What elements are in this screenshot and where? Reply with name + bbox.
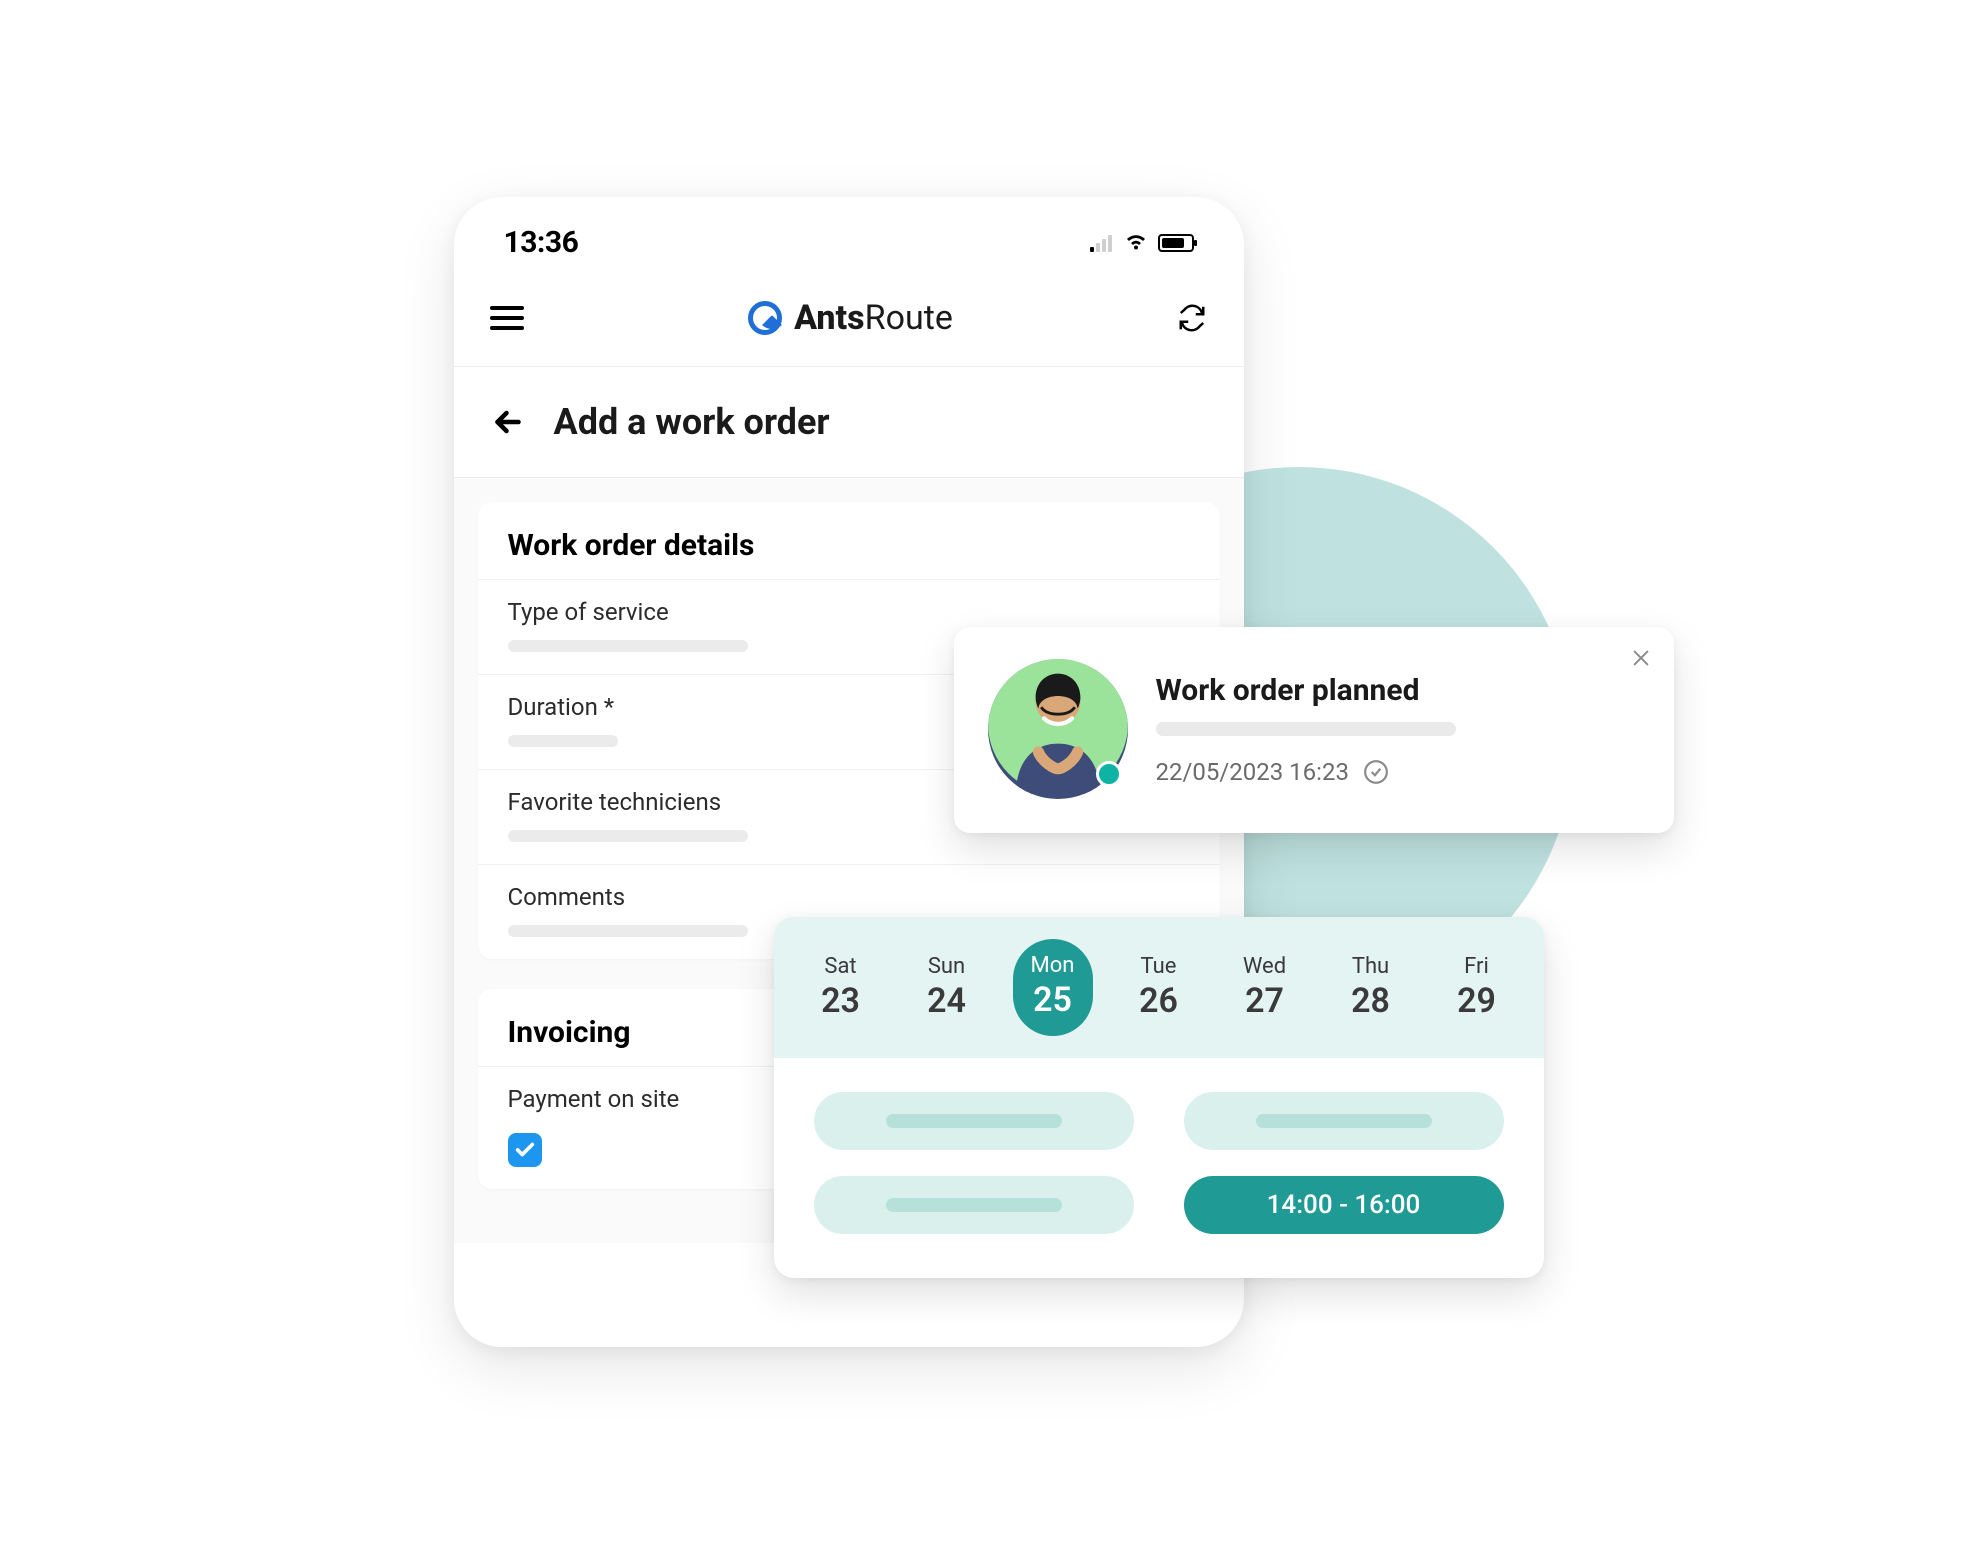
placeholder-bar	[508, 640, 748, 652]
signal-icon	[1090, 234, 1114, 252]
presence-indicator	[1096, 761, 1122, 787]
time-slot-selected[interactable]: 14:00 - 16:00	[1184, 1176, 1504, 1234]
placeholder-bar	[508, 735, 618, 747]
page-title: Add a work order	[554, 401, 830, 443]
app-bar: AntsRoute	[454, 278, 1244, 367]
time-slot[interactable]	[814, 1176, 1134, 1234]
payment-checkbox[interactable]	[508, 1133, 542, 1167]
day-thu[interactable]: Thu 28	[1331, 944, 1411, 1031]
scheduler-card: Sat 23 Sun 24 Mon 25 Tue 26 Wed 27 Thu 2…	[774, 917, 1544, 1278]
card-title-details: Work order details	[478, 502, 1220, 579]
field-label: Type of service	[508, 598, 1190, 626]
notification-timestamp: 22/05/2023 16:23	[1156, 758, 1349, 786]
wifi-icon	[1124, 232, 1148, 254]
clock: 13:36	[504, 225, 579, 260]
notification-title: Work order planned	[1156, 673, 1640, 708]
close-icon[interactable]	[1630, 647, 1652, 669]
notification-card: Work order planned 22/05/2023 16:23	[954, 627, 1674, 833]
back-icon[interactable]	[490, 404, 526, 440]
battery-icon	[1158, 234, 1194, 252]
menu-icon[interactable]	[490, 306, 524, 330]
time-slot[interactable]	[1184, 1092, 1504, 1150]
day-mon[interactable]: Mon 25	[1013, 939, 1093, 1036]
placeholder-bar	[508, 925, 748, 937]
day-sat[interactable]: Sat 23	[801, 944, 881, 1031]
page-header: Add a work order	[454, 367, 1244, 478]
brand-logo: AntsRoute	[748, 298, 953, 338]
day-sun[interactable]: Sun 24	[907, 944, 987, 1031]
refresh-icon[interactable]	[1177, 303, 1207, 333]
field-label: Comments	[508, 883, 1190, 911]
status-bar: 13:36	[454, 197, 1244, 278]
day-strip: Sat 23 Sun 24 Mon 25 Tue 26 Wed 27 Thu 2…	[774, 917, 1544, 1058]
time-slot[interactable]	[814, 1092, 1134, 1150]
day-wed[interactable]: Wed 27	[1225, 944, 1305, 1031]
check-circle-icon	[1363, 759, 1389, 785]
technician-avatar	[988, 659, 1128, 799]
placeholder-bar	[1156, 722, 1456, 736]
day-fri[interactable]: Fri 29	[1437, 944, 1517, 1031]
placeholder-bar	[508, 830, 748, 842]
day-tue[interactable]: Tue 26	[1119, 944, 1199, 1031]
